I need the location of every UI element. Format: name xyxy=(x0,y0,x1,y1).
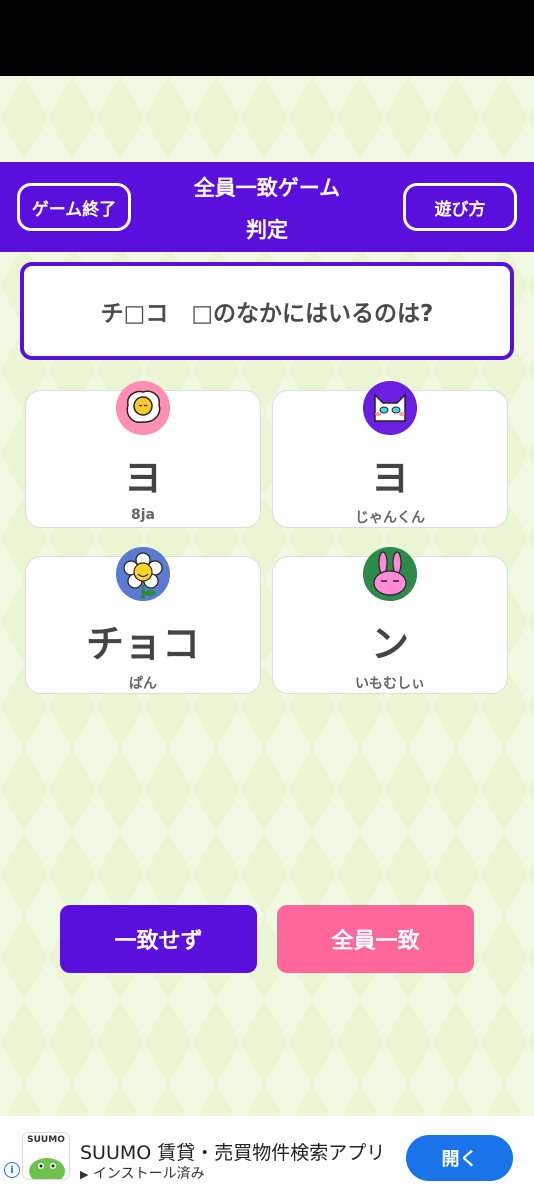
play-icon: ▶ xyxy=(80,1168,89,1181)
suumo-logo: SUUMO xyxy=(22,1132,70,1180)
how-to-play-button[interactable]: 遊び方 xyxy=(403,183,517,231)
answer-text: ヨ xyxy=(123,456,162,500)
ad-title: SUUMO 賃貸・売買物件検索アプリ xyxy=(80,1142,386,1164)
player-name: いもむしぃ xyxy=(355,676,425,692)
phase-title: 判定 xyxy=(246,218,288,242)
status-bar xyxy=(0,0,534,76)
ad-subtitle: ▶ インストール済み xyxy=(80,1163,205,1183)
rabbit-icon xyxy=(363,547,417,601)
header: ゲーム終了 全員一致ゲーム 判定 遊び方 xyxy=(0,162,534,252)
ad-banner[interactable]: SUUMO i SUUMO 賃貸・売買物件検索アプリ ▶ インストール済み 開く xyxy=(0,1116,534,1200)
ad-subtitle-text: インストール済み xyxy=(92,1166,205,1182)
all-match-button[interactable]: 全員一致 xyxy=(277,905,474,973)
player-name: じゃんくん xyxy=(355,510,425,526)
answer-text: チョコ xyxy=(85,622,200,666)
player-name: ぱん xyxy=(129,676,157,692)
fried-egg-icon xyxy=(116,381,170,435)
no-match-button[interactable]: 一致せず xyxy=(60,905,257,973)
flower-icon xyxy=(116,547,170,601)
answer-text: ヨ xyxy=(370,456,409,500)
info-icon[interactable]: i xyxy=(4,1162,20,1178)
end-game-button[interactable]: ゲーム終了 xyxy=(17,183,131,231)
game-title: 全員一致ゲーム xyxy=(193,176,341,200)
player-name: 8ja xyxy=(131,507,155,523)
open-button[interactable]: 開く xyxy=(406,1135,513,1181)
question-box: チ□コ □のなかにはいるのは? xyxy=(20,262,514,360)
cat-icon xyxy=(363,381,417,435)
answer-text: ン xyxy=(370,622,409,666)
